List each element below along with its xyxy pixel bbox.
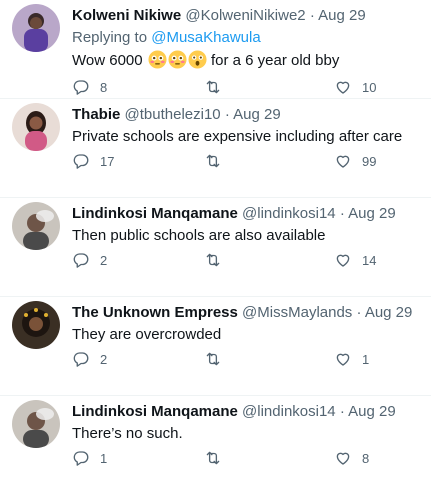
user-handle[interactable]: @lindinkosi14 <box>242 205 336 222</box>
avatar[interactable] <box>12 103 60 151</box>
tweet-date[interactable]: Aug 29 <box>233 106 281 123</box>
heart-icon <box>336 353 350 366</box>
tweet-text: Then public schools are also available <box>72 227 326 244</box>
avatar[interactable] <box>12 301 60 349</box>
tweet-text: Private schools are expensive including … <box>72 128 403 145</box>
heart-icon <box>336 81 350 94</box>
reply-icon <box>73 80 89 95</box>
display-name[interactable]: Kolweni Nikiwe <box>72 7 181 24</box>
tweet[interactable]: The Unknown Empress @MissMaylands · Aug … <box>0 297 431 396</box>
tweet[interactable]: Lindinkosi Manqamane @lindinkosi14 · Aug… <box>0 396 431 495</box>
display-name[interactable]: Thabie <box>72 106 120 123</box>
reply-count: 17 <box>100 153 115 169</box>
retweet-icon <box>206 80 220 94</box>
tweet-header: The Unknown Empress @MissMaylands · Aug … <box>72 303 421 323</box>
tweet[interactable]: Lindinkosi Manqamane @lindinkosi14 · Aug… <box>0 198 431 297</box>
display-name[interactable]: The Unknown Empress <box>72 304 238 321</box>
reply-count: 8 <box>100 79 108 95</box>
retweet-icon <box>206 352 220 366</box>
replying-to-prefix: Replying to <box>72 29 152 46</box>
tweet-text-part: Wow 6000 <box>72 52 147 69</box>
reply-icon <box>73 253 89 268</box>
retweet-icon <box>206 253 220 267</box>
heart-icon <box>336 452 350 465</box>
tweet-date[interactable]: Aug 29 <box>348 403 396 420</box>
reply-thread: Kolweni Nikiwe @KolweniNikiwe2 · Aug 29 … <box>0 0 431 503</box>
tweet-actions: 2 14 <box>72 251 392 271</box>
tweet-header: Lindinkosi Manqamane @lindinkosi14 · Aug… <box>72 402 421 422</box>
tweet-date[interactable]: Aug 29 <box>348 205 396 222</box>
tweet-header: Kolweni Nikiwe @KolweniNikiwe2 · Aug 29 <box>72 6 421 26</box>
avatar[interactable] <box>12 400 60 448</box>
like-count: 1 <box>362 351 370 367</box>
tweet-header: Lindinkosi Manqamane @lindinkosi14 · Aug… <box>72 204 421 224</box>
reply-icon <box>73 154 89 169</box>
flushed-face-icon <box>168 50 187 69</box>
reply-count: 2 <box>100 252 108 268</box>
display-name[interactable]: Lindinkosi Manqamane <box>72 403 238 420</box>
astonished-face-icon <box>188 50 207 69</box>
reply-button[interactable]: 17 <box>72 152 114 170</box>
separator-dot: · <box>339 205 345 222</box>
reply-count: 1 <box>100 450 108 466</box>
retweet-button[interactable] <box>204 78 232 96</box>
heart-icon <box>336 254 350 267</box>
tweet[interactable]: Thabie @tbuthelezi10 · Aug 29 Private sc… <box>0 99 431 198</box>
separator-dot: · <box>309 7 315 24</box>
replying-to: Replying to @MusaKhawula <box>72 28 421 48</box>
tweet-date[interactable]: Aug 29 <box>365 304 413 321</box>
retweet-button[interactable] <box>204 251 232 269</box>
reply-button[interactable]: 8 <box>72 78 107 96</box>
user-handle[interactable]: @KolweniNikiwe2 <box>185 7 305 24</box>
user-handle[interactable]: @MissMaylands <box>242 304 352 321</box>
like-button[interactable]: 14 <box>334 251 376 269</box>
like-count: 99 <box>362 153 377 169</box>
retweet-icon <box>206 451 220 465</box>
avatar[interactable] <box>12 4 60 52</box>
reply-icon <box>73 451 89 466</box>
like-button[interactable]: 8 <box>334 449 369 467</box>
mention-link[interactable]: @MusaKhawula <box>151 29 260 46</box>
reply-button[interactable]: 1 <box>72 449 107 467</box>
tweet-text: Wow 6000 for a 6 year old bby <box>72 50 421 71</box>
user-handle[interactable]: @lindinkosi14 <box>242 403 336 420</box>
avatar[interactable] <box>12 202 60 250</box>
tweet-actions: 1 8 <box>72 449 392 469</box>
like-count: 14 <box>362 252 377 268</box>
retweet-button[interactable] <box>204 152 232 170</box>
reply-button[interactable]: 2 <box>72 350 107 368</box>
tweet-text: There’s no such. <box>72 425 183 442</box>
tweet-text: They are overcrowded <box>72 326 222 343</box>
reply-button[interactable]: 2 <box>72 251 107 269</box>
like-count: 10 <box>362 79 377 95</box>
tweet-date[interactable]: Aug 29 <box>318 7 366 24</box>
user-handle[interactable]: @tbuthelezi10 <box>125 106 221 123</box>
heart-icon <box>336 155 350 168</box>
like-count: 8 <box>362 450 370 466</box>
tweet[interactable]: Kolweni Nikiwe @KolweniNikiwe2 · Aug 29 … <box>0 0 431 99</box>
like-button[interactable]: 10 <box>334 78 376 96</box>
like-button[interactable]: 99 <box>334 152 376 170</box>
reply-count: 2 <box>100 351 108 367</box>
flushed-face-icon <box>148 50 167 69</box>
separator-dot: · <box>356 304 362 321</box>
tweet-header: Thabie @tbuthelezi10 · Aug 29 <box>72 105 421 125</box>
separator-dot: · <box>224 106 230 123</box>
display-name[interactable]: Lindinkosi Manqamane <box>72 205 238 222</box>
retweet-button[interactable] <box>204 350 232 368</box>
tweet-actions: 17 99 <box>72 152 392 172</box>
reply-icon <box>73 352 89 367</box>
retweet-icon <box>206 154 220 168</box>
tweet-text-part: for a 6 year old bby <box>210 52 340 69</box>
tweet-actions: 2 1 <box>72 350 392 370</box>
like-button[interactable]: 1 <box>334 350 369 368</box>
retweet-button[interactable] <box>204 449 232 467</box>
separator-dot: · <box>339 403 345 420</box>
tweet-actions: 8 10 <box>72 78 392 98</box>
